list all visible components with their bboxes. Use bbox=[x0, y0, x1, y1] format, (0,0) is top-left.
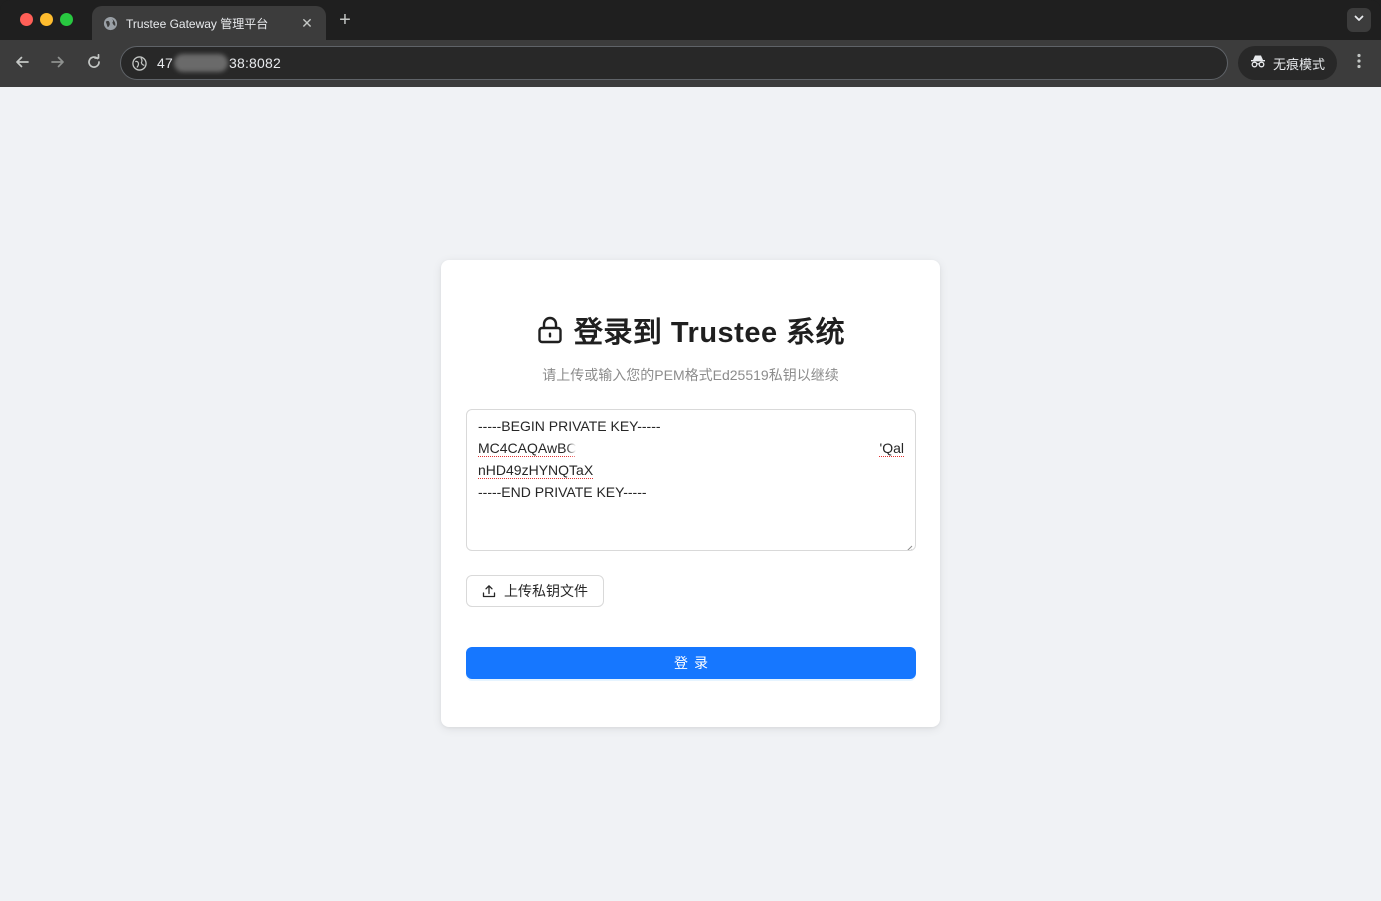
key-line-1: -----BEGIN PRIVATE KEY----- bbox=[478, 418, 661, 434]
back-button[interactable] bbox=[10, 52, 34, 76]
maximize-window-button[interactable] bbox=[60, 13, 73, 26]
lock-icon bbox=[536, 316, 564, 344]
login-heading: 登录到 Trustee 系统 bbox=[441, 310, 940, 350]
key-line-2-start: MC4CAQAwBC bbox=[478, 440, 577, 456]
browser-toolbar: 47 38:8082 无痕模式 bbox=[0, 40, 1381, 87]
key-line-4: -----END PRIVATE KEY----- bbox=[478, 484, 647, 500]
page-viewport: 登录到 Trustee 系统 请上传或输入您的PEM格式Ed25519私钥以继续… bbox=[0, 87, 1381, 901]
tab-search-button[interactable] bbox=[1347, 8, 1371, 32]
incognito-indicator[interactable]: 无痕模式 bbox=[1238, 46, 1337, 80]
key-line-3-text: nHD49zHYNQTaX bbox=[478, 462, 594, 478]
more-vertical-icon bbox=[1357, 53, 1361, 74]
minimize-window-button[interactable] bbox=[40, 13, 53, 26]
incognito-label: 无痕模式 bbox=[1273, 56, 1326, 72]
key-line-2-end: 'Qal bbox=[879, 440, 904, 456]
upload-key-button[interactable]: 上传私钥文件 bbox=[466, 575, 604, 607]
url-text: 47 38:8082 bbox=[157, 54, 281, 72]
close-window-button[interactable] bbox=[20, 13, 33, 26]
chevron-down-icon bbox=[1353, 11, 1365, 29]
key-redaction bbox=[570, 439, 870, 457]
resize-handle-icon[interactable] bbox=[905, 540, 913, 550]
browser-titlebar: Trustee Gateway 管理平台 ✕ + bbox=[0, 0, 1381, 40]
login-button[interactable]: 登录 bbox=[466, 647, 916, 679]
url-redaction bbox=[173, 54, 228, 72]
site-info-icon[interactable] bbox=[131, 55, 147, 71]
url-prefix: 47 bbox=[157, 55, 173, 71]
login-button-label: 登录 bbox=[674, 655, 714, 671]
new-tab-button[interactable]: + bbox=[334, 9, 356, 31]
browser-tab-active[interactable]: Trustee Gateway 管理平台 ✕ bbox=[92, 6, 326, 40]
browser-menu-button[interactable] bbox=[1349, 53, 1369, 73]
close-tab-icon[interactable]: ✕ bbox=[298, 14, 316, 32]
private-key-textarea[interactable]: -----BEGIN PRIVATE KEY----- MC4CAQAwBC '… bbox=[466, 409, 916, 551]
arrow-right-icon bbox=[50, 54, 66, 75]
upload-key-label: 上传私钥文件 bbox=[504, 583, 588, 599]
upload-icon bbox=[482, 584, 496, 598]
incognito-icon bbox=[1250, 54, 1266, 73]
key-line-3: nHD49zHYNQTaX bbox=[478, 459, 904, 481]
login-card: 登录到 Trustee 系统 请上传或输入您的PEM格式Ed25519私钥以继续… bbox=[441, 260, 940, 727]
reload-button[interactable] bbox=[82, 52, 106, 76]
login-subtitle: 请上传或输入您的PEM格式Ed25519私钥以继续 bbox=[542, 367, 839, 383]
address-bar[interactable]: 47 38:8082 bbox=[120, 46, 1228, 80]
url-suffix: 38:8082 bbox=[228, 55, 281, 71]
globe-icon bbox=[102, 15, 118, 31]
reload-icon bbox=[86, 53, 102, 75]
key-line-2: MC4CAQAwBC 'Qal bbox=[478, 437, 904, 459]
page-title: 登录到 Trustee 系统 bbox=[573, 317, 846, 349]
tab-title: Trustee Gateway 管理平台 bbox=[126, 16, 269, 31]
forward-button[interactable] bbox=[46, 52, 70, 76]
arrow-left-icon bbox=[14, 54, 30, 75]
